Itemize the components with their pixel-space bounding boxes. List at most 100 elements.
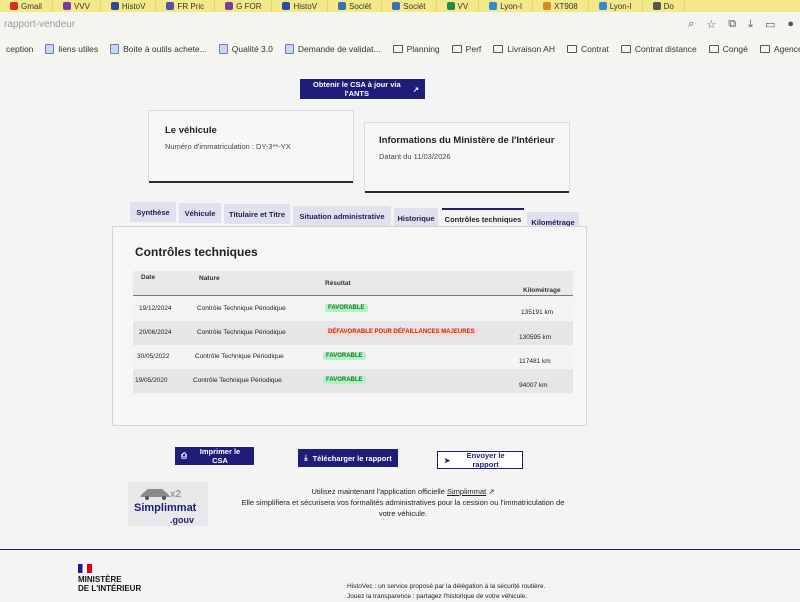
url-text[interactable]: rapport-vendeur [4,19,75,30]
table-row: 20/06/2024 Contrôle Technique Périodique… [133,321,573,345]
bookmark-item[interactable]: Planning [387,44,446,54]
tab-controles-techniques[interactable]: Contrôles techniques [442,208,524,228]
bookmark-star-icon[interactable]: ☆ [706,18,716,31]
browser-tab-label: G FOR [236,1,262,11]
browser-tab[interactable]: Gmail [0,0,53,12]
browser-tab-label: VV [457,1,469,11]
browser-tab[interactable]: Sociét [328,0,383,12]
status-badge: DÉFAVORABLE POUR DÉFAILLANCES MAJEURES [325,328,478,336]
bookmark-item[interactable]: Livraison AH [487,44,561,54]
bookmark-item[interactable]: Agence [754,44,800,54]
browser-tab[interactable]: Do [643,0,685,12]
browser-tab-label: Lyon-I [609,1,632,11]
controles-techniques-panel: Contrôles techniques Date Nature Résulta… [112,226,587,426]
svg-text:x2: x2 [170,489,182,500]
row-km: 117481 km [519,358,551,365]
row-date: 30/05/2022 [137,353,170,360]
promo-text: Utilisez maintenant l'application offici… [238,486,568,519]
bookmark-item[interactable]: Qualité 3.0 [213,44,279,54]
tab-favicon-icon [392,2,401,10]
get-csa-ants-button[interactable]: Obtenir le CSA à jour via l'ANTS ↗ [300,79,425,99]
send-report-button[interactable]: ➤ Envoyer le rapport [437,451,523,469]
card-underline [365,191,569,193]
download-report-button[interactable]: ⤓ Télécharger le rapport [298,449,398,467]
folder-icon[interactable]: ▭ [765,18,775,31]
bookmark-item[interactable]: Demande de validat... [279,44,387,54]
bookmark-item[interactable]: liens utiles [39,44,104,54]
bookmark-item[interactable]: Contrat [561,44,615,54]
download-icon: ⤓ [304,453,308,462]
tab-favicon-icon [166,2,175,10]
bookmark-label: Planning [406,44,440,54]
page-content: Obtenir le CSA à jour via l'ANTS ↗ Le vé… [0,62,800,600]
browser-tab[interactable]: Lyon-I [479,0,534,12]
zoom-icon[interactable]: ⌕ [688,18,694,31]
browser-tab[interactable]: VVV [53,0,101,12]
tab-favicon-icon [225,2,234,10]
bookmark-item[interactable]: ception [0,44,39,54]
bookmark-label: liens utiles [58,44,99,54]
browser-tab[interactable]: HistoV [101,0,157,12]
row-date: 20/06/2024 [139,329,172,336]
bookmark-item[interactable]: Perf [446,44,488,54]
bookmark-label: Perf [465,44,482,54]
send-icon: ➤ [444,455,451,465]
browser-tab[interactable]: HistoV [272,0,329,12]
promo-line1: Utilisez maintenant l'application offici… [311,487,495,496]
browser-tab[interactable]: G FOR [215,0,273,12]
browser-tab[interactable]: VV [437,0,480,12]
tab-historique[interactable]: Historique [394,208,438,228]
profile-icon[interactable]: ● [787,18,794,30]
ministry-logo[interactable]: MINISTÈRE DE L'INTÉRIEUR [78,564,141,593]
row-nature: Contrôle Technique Périodique [197,305,286,312]
external-link-icon: ↗ [412,84,419,94]
footer-line1: HistoVec : un service proposé par la dél… [347,583,546,590]
browser-tab-label: HistoV [293,1,318,11]
browser-tab-label: XT908 [554,1,578,11]
browser-tab[interactable]: FR Pric [156,0,216,12]
row-date: 19/05/2020 [135,377,168,384]
bookmark-item[interactable]: Contrat distance [615,44,703,54]
browser-tab-label: Do [663,1,674,11]
page-icon [284,44,294,54]
extensions-icon[interactable]: ⧉ [728,18,736,31]
address-bar[interactable]: rapport-vendeur [0,12,800,36]
row-km: 94007 km [519,382,548,389]
plate-number: Numéro d'immatriculation : DY-3**-YX [165,142,291,151]
report-actions: ⎙ Imprimer le CSA ⤓ Télécharger le rappo… [0,447,800,471]
table-row: 19/05/2020 Contrôle Technique Périodique… [133,369,573,393]
tab-favicon-icon [110,2,119,10]
browser-tab[interactable]: XT908 [533,0,589,12]
logo-line1: Simplimmat [134,502,197,514]
status-badge: FAVORABLE [325,304,368,312]
browser-tab-label: Sociét [349,1,372,11]
folder-icon [451,45,462,53]
folder-icon [392,45,403,53]
row-km: 135191 km [521,309,554,316]
tab-favicon-icon [446,2,455,10]
footer-line2: Jouez la transparence : partagez l'histo… [347,593,528,600]
bookmark-label: Livraison AH [507,44,555,54]
simplimmat-logo[interactable]: x2 Simplimmat .gouv [128,482,208,526]
browser-tab[interactable]: Lyon-I [589,0,643,12]
browser-tab[interactable]: Sociét [382,0,437,12]
status-badge: FAVORABLE [323,352,366,360]
tab-synthese[interactable]: Synthèse [130,202,176,222]
browser-toolbar-icons: ⌕ ☆ ⧉ ⤓ ▭ ● [688,12,794,36]
tab-favicon-icon [62,2,71,10]
print-csa-button[interactable]: ⎙ Imprimer le CSA [175,447,254,465]
tab-titulaire[interactable]: Titulaire et Titre [224,204,290,224]
tab-situation-administrative[interactable]: Situation administrative [293,206,391,226]
bookmark-item[interactable]: Boite à outils achete... [104,44,213,54]
row-nature: Contrôle Technique Périodique [195,353,284,360]
tab-vehicule[interactable]: Véhicule [179,203,221,223]
download-icon[interactable]: ⤓ [748,18,753,31]
tab-favicon-icon [489,2,498,10]
bookmark-label: Contrat [580,44,609,54]
bookmark-item[interactable]: Congé [703,44,754,54]
simplimmat-link[interactable]: Simplimmat [447,487,486,496]
print-csa-label: Imprimer le CSA [199,447,241,465]
header-date: Date [141,274,156,281]
vehicle-card-title: Le véhicule [165,125,217,136]
card-underline [149,181,353,183]
